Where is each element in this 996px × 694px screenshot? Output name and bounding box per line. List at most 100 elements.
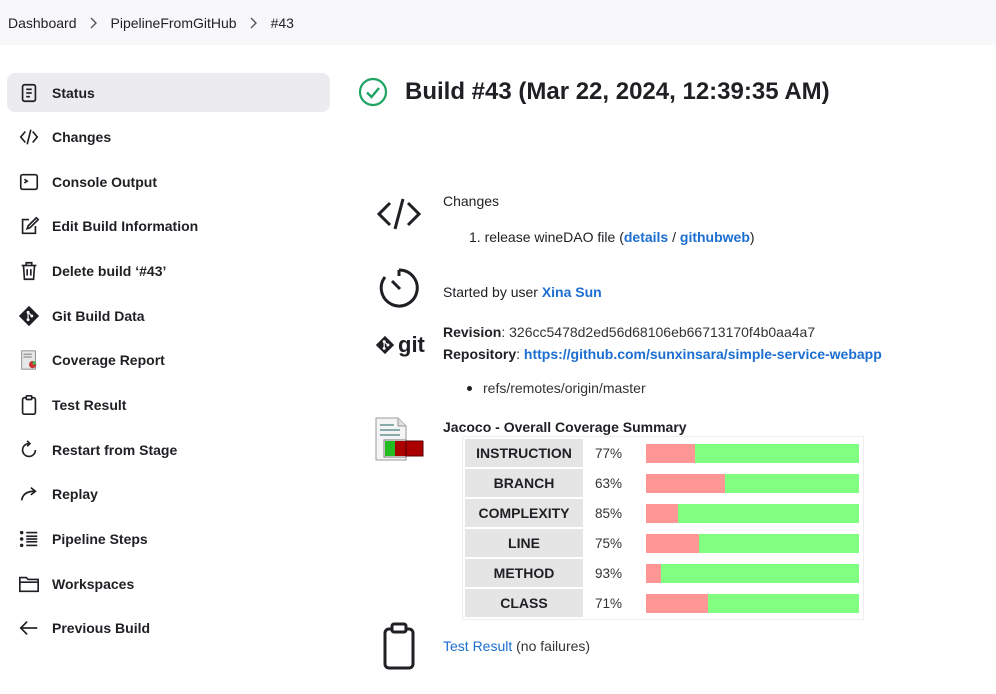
table-row: LINE 75% bbox=[465, 529, 861, 557]
main-content: Build #43 (Mar 22, 2024, 12:39:35 AM) bbox=[358, 73, 978, 111]
sidebar-item-label: Pipeline Steps bbox=[52, 530, 148, 547]
coverage-percentage: 85% bbox=[595, 505, 623, 521]
code-icon bbox=[18, 126, 40, 148]
started-by-text: Started by user bbox=[443, 284, 542, 300]
coverage-percentage: 93% bbox=[595, 565, 623, 581]
sidebar-item-label: Test Result bbox=[52, 396, 127, 413]
coverage-metric-name: COMPLEXITY bbox=[465, 499, 583, 527]
coverage-bar bbox=[646, 563, 859, 583]
revision-label: Revision bbox=[443, 324, 502, 340]
git-logo-text: git bbox=[398, 332, 425, 357]
sidebar-item-edit-build-information[interactable]: Edit Build Information bbox=[7, 207, 330, 246]
sidebar-item-label: Changes bbox=[52, 129, 112, 146]
sidebar-item-pipeline-steps[interactable]: Pipeline Steps bbox=[7, 519, 330, 558]
chevron-right-icon bbox=[77, 17, 111, 29]
code-icon bbox=[376, 198, 422, 230]
table-row: CLASS 71% bbox=[465, 589, 861, 617]
coverage-bar bbox=[646, 533, 859, 553]
coverage-bar-cell bbox=[643, 499, 861, 527]
coverage-bar-missed bbox=[646, 533, 700, 553]
coverage-bar bbox=[646, 503, 859, 523]
test-result-link[interactable]: Test Result bbox=[443, 638, 512, 654]
change-separator: / bbox=[668, 229, 680, 245]
sidebar-item-label: Coverage Report bbox=[52, 352, 165, 369]
list-item: refs/remotes/origin/master bbox=[467, 380, 646, 396]
coverage-bar-cell bbox=[643, 589, 861, 617]
test-result-summary: (no failures) bbox=[512, 638, 591, 654]
replay-icon bbox=[18, 483, 40, 505]
document-icon bbox=[18, 82, 40, 104]
coverage-table-wrapper: INSTRUCTION 77% BRANCH 63% COMPLEXITY 85% LINE… bbox=[462, 436, 864, 620]
success-check-icon bbox=[358, 77, 388, 107]
coverage-metric-name: LINE bbox=[465, 529, 583, 557]
sidebar-item-coverage-report[interactable]: Coverage Report bbox=[7, 341, 330, 380]
coverage-table: INSTRUCTION 77% BRANCH 63% COMPLEXITY 85% LINE… bbox=[463, 437, 863, 619]
breadcrumb-dashboard[interactable]: Dashboard bbox=[8, 15, 77, 31]
revision-line: Revision: 326cc5478d2ed56d68106eb6671317… bbox=[443, 324, 815, 340]
sidebar-item-status[interactable]: Status bbox=[7, 73, 330, 112]
coverage-bar-missed bbox=[646, 563, 661, 583]
clipboard-icon bbox=[383, 622, 415, 670]
change-number: 1. bbox=[469, 229, 481, 245]
table-row: METHOD 93% bbox=[465, 559, 861, 587]
coverage-metric-name: METHOD bbox=[465, 559, 583, 587]
sidebar-item-test-result[interactable]: Test Result bbox=[7, 385, 330, 424]
restart-icon bbox=[18, 439, 40, 461]
coverage-percentage: 71% bbox=[595, 595, 623, 611]
coverage-metric-name: BRANCH bbox=[465, 469, 583, 497]
sidebar-item-label: Previous Build bbox=[52, 620, 151, 637]
sidebar-item-restart-from-stage[interactable]: Restart from Stage bbox=[7, 430, 330, 469]
changes-heading: Changes bbox=[443, 193, 500, 209]
sidebar-item-label: Status bbox=[52, 84, 95, 101]
sidebar-item-git-build-data[interactable]: Git Build Data bbox=[7, 296, 330, 335]
user-link[interactable]: Xina Sun bbox=[542, 284, 602, 300]
repository-separator: : bbox=[516, 346, 524, 362]
coverage-bar-cell bbox=[643, 439, 861, 467]
sidebar-item-label: Replay bbox=[52, 486, 98, 503]
folder-icon bbox=[18, 573, 40, 595]
list-item: 1. release wineDAO file (details / githu… bbox=[469, 229, 755, 245]
coverage-icon bbox=[18, 349, 40, 371]
page-title: Build #43 (Mar 22, 2024, 12:39:35 AM) bbox=[405, 78, 830, 105]
terminal-icon bbox=[18, 171, 40, 193]
sidebar-item-previous-build[interactable]: Previous Build bbox=[7, 609, 330, 648]
git-logo: git bbox=[375, 332, 425, 358]
githubweb-link[interactable]: githubweb bbox=[680, 229, 750, 245]
breadcrumb-build[interactable]: #43 bbox=[271, 15, 294, 31]
sidebar-item-workspaces[interactable]: Workspaces bbox=[7, 564, 330, 603]
clipboard-icon bbox=[18, 394, 40, 416]
repository-line: Repository: https://github.com/sunxinsar… bbox=[443, 346, 882, 362]
change-text: release wineDAO file ( bbox=[484, 229, 624, 245]
sidebar-item-label: Edit Build Information bbox=[52, 218, 199, 235]
sidebar-item-changes[interactable]: Changes bbox=[7, 118, 330, 157]
sidebar-item-label: Workspaces bbox=[52, 575, 135, 592]
breadcrumb: Dashboard PipelineFromGitHub #43 bbox=[0, 0, 996, 45]
breadcrumb-job[interactable]: PipelineFromGitHub bbox=[111, 15, 237, 31]
sidebar-item-label: Console Output bbox=[52, 173, 157, 190]
coverage-percentage: 63% bbox=[595, 475, 623, 491]
coverage-percentage: 75% bbox=[595, 535, 623, 551]
change-close: ) bbox=[749, 229, 755, 245]
coverage-bar bbox=[646, 443, 859, 463]
details-link[interactable]: details bbox=[624, 229, 668, 245]
coverage-bar-missed bbox=[646, 593, 708, 613]
sidebar-item-console-output[interactable]: Console Output bbox=[7, 162, 330, 201]
sidebar: Status Changes Console Output Edit Build… bbox=[7, 73, 330, 653]
coverage-bar-missed bbox=[646, 473, 725, 493]
sidebar-item-label: Delete build ‘#43’ bbox=[52, 263, 167, 280]
sidebar-item-label: Git Build Data bbox=[52, 307, 145, 324]
arrow-left-icon bbox=[18, 617, 40, 639]
table-row: INSTRUCTION 77% bbox=[465, 439, 861, 467]
coverage-bar bbox=[646, 473, 859, 493]
repository-link[interactable]: https://github.com/sunxinsara/simple-ser… bbox=[524, 346, 882, 362]
chevron-right-icon bbox=[237, 17, 271, 29]
revision-value: : 326cc5478d2ed56d68106eb66713170f4b0aa4… bbox=[501, 324, 816, 340]
coverage-bar-missed bbox=[646, 443, 695, 463]
sidebar-item-delete-build[interactable]: Delete build ‘#43’ bbox=[7, 252, 330, 291]
edit-icon bbox=[18, 215, 40, 237]
sidebar-item-replay[interactable]: Replay bbox=[7, 475, 330, 514]
git-icon bbox=[375, 335, 395, 355]
coverage-bar-missed bbox=[646, 503, 678, 523]
branch-name: refs/remotes/origin/master bbox=[483, 380, 646, 396]
steps-icon bbox=[18, 528, 40, 550]
